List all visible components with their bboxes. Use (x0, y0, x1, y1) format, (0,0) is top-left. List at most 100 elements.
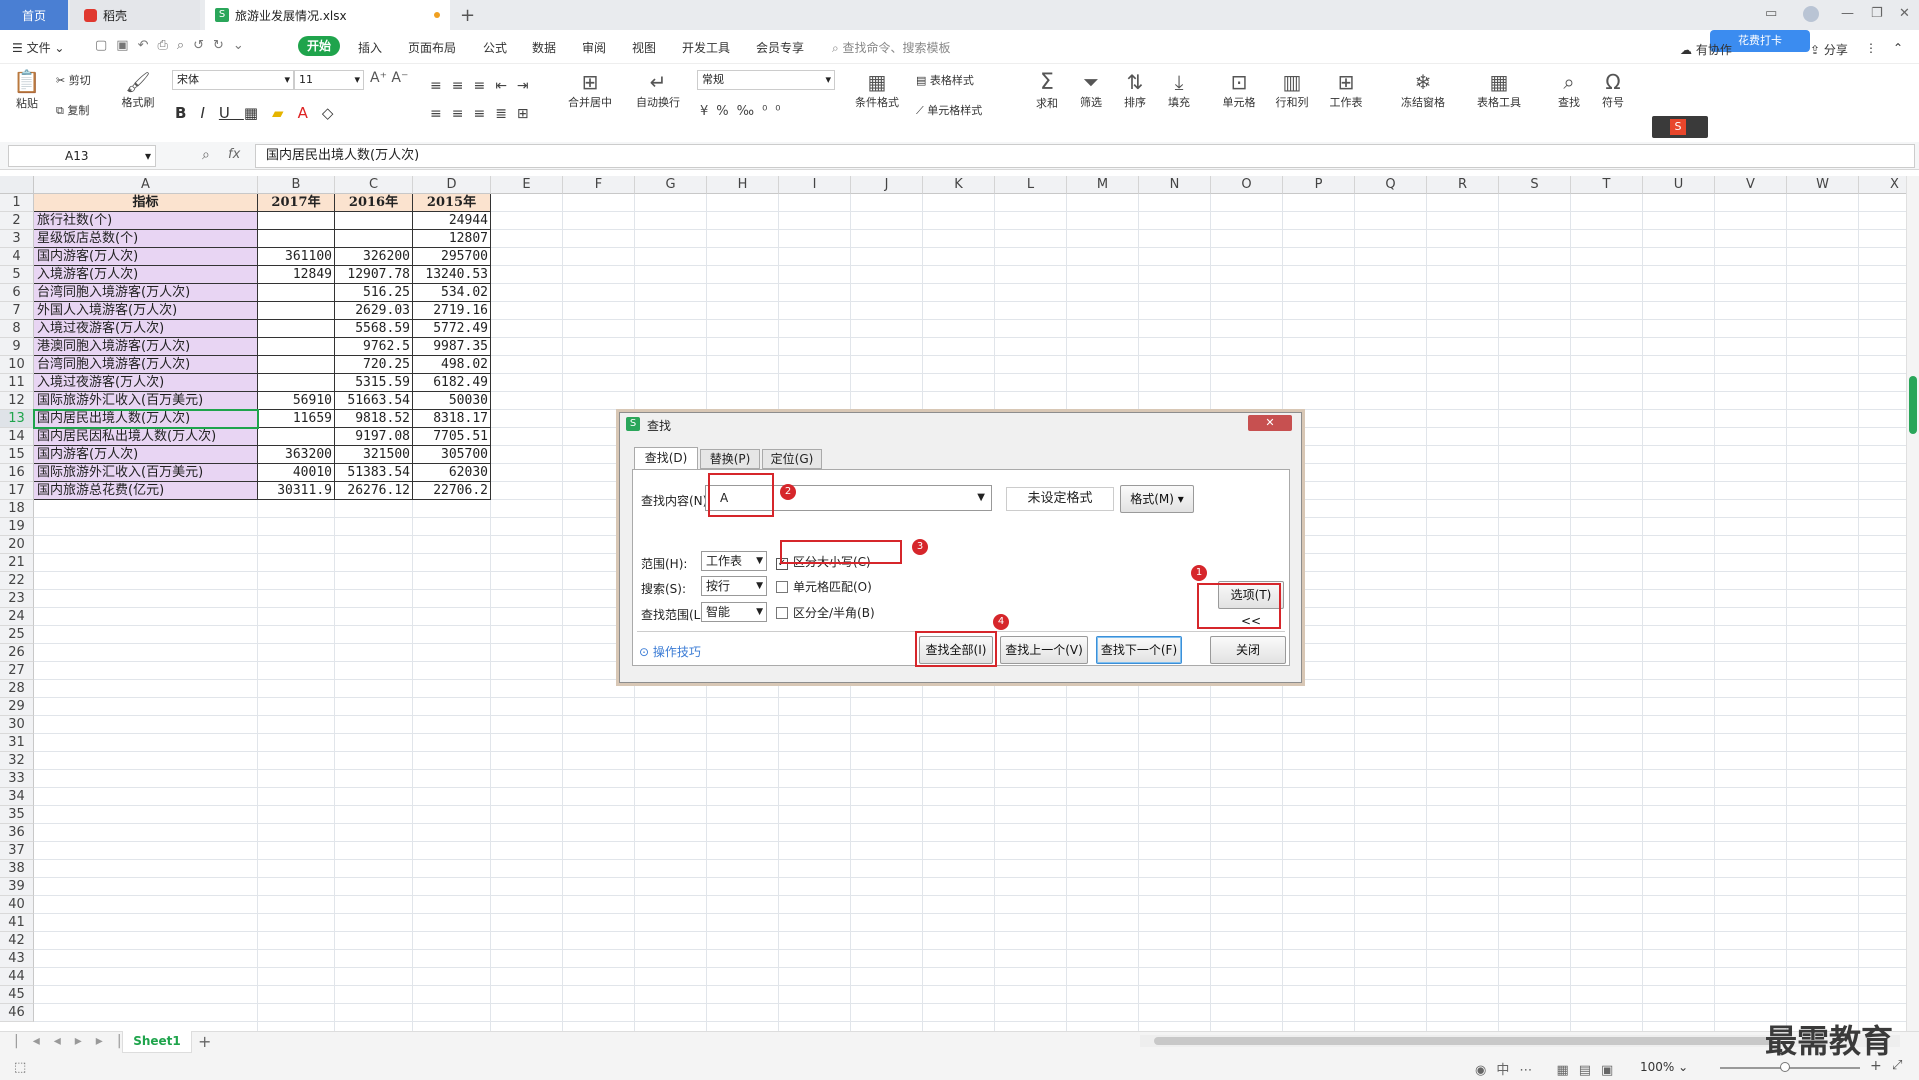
table-cell[interactable]: 62030 (413, 464, 491, 482)
column-header[interactable]: Q (1355, 176, 1427, 194)
row-header[interactable]: 7 (0, 302, 34, 320)
find-previous-button[interactable]: 查找上一个(V) (1000, 636, 1088, 664)
header-cell[interactable]: 2017年 (258, 194, 335, 212)
row-header[interactable]: 15 (0, 446, 34, 464)
file-menu[interactable]: ☰ 文件 ⌄ (12, 39, 64, 56)
font-size-select[interactable]: 11 ▾ (294, 70, 364, 90)
zoom-formula-icon[interactable]: ⌕ (202, 147, 210, 163)
menu-developer[interactable]: 开发工具 (682, 39, 730, 56)
row-header[interactable]: 42 (0, 932, 34, 950)
row-header[interactable]: 34 (0, 788, 34, 806)
close-dialog-button[interactable]: 关闭 (1210, 636, 1286, 664)
table-cell[interactable]: 26276.12 (335, 482, 413, 500)
table-cell[interactable]: 5568.59 (335, 320, 413, 338)
layout-icon[interactable]: ▭ (1765, 6, 1777, 21)
table-cell[interactable]: 24944 (413, 212, 491, 230)
worksheet-button[interactable]: ⊞ 工作表 (1324, 70, 1368, 110)
table-cell[interactable]: 5772.49 (413, 320, 491, 338)
search-order-select[interactable]: 按行 ▼ (701, 576, 767, 596)
table-cell[interactable]: 516.25 (335, 284, 413, 302)
table-cell[interactable]: 外国人入境游客(万人次) (34, 302, 258, 320)
row-header[interactable]: 22 (0, 572, 34, 590)
column-header[interactable]: D (413, 176, 491, 194)
italic-icon[interactable]: I (200, 104, 218, 122)
table-cell[interactable]: 星级饭店总数(个) (34, 230, 258, 248)
row-header[interactable]: 26 (0, 644, 34, 662)
fill-button[interactable]: ⤓ 填充 (1162, 70, 1196, 110)
paste-button[interactable]: 📋 粘贴 (10, 70, 44, 111)
table-cell[interactable]: 498.02 (413, 356, 491, 374)
row-header[interactable]: 27 (0, 662, 34, 680)
collaborate-button[interactable]: ☁ 有协作 (1680, 41, 1732, 58)
table-cell[interactable]: 22706.2 (413, 482, 491, 500)
table-cell[interactable]: 2719.16 (413, 302, 491, 320)
tab-replace[interactable]: 替换(P) (700, 449, 760, 469)
table-cell[interactable]: 5315.59 (335, 374, 413, 392)
fx-icon[interactable]: fx (228, 147, 240, 162)
select-all-corner[interactable] (0, 176, 34, 194)
tab-goto[interactable]: 定位(G) (762, 449, 822, 469)
view-mode-icons[interactable]: ◉中⋯ ▦▤▣ (1475, 1059, 1623, 1078)
zoom-level[interactable]: 100% ⌄ (1640, 1060, 1688, 1074)
table-cell[interactable]: 30311.9 (258, 482, 335, 500)
vertical-scrollbar[interactable] (1906, 176, 1919, 1031)
number-format-select[interactable]: 常规 ▾ (697, 70, 835, 90)
find-next-button[interactable]: 查找下一个(F) (1096, 636, 1182, 664)
row-header[interactable]: 39 (0, 878, 34, 896)
table-cell[interactable]: 321500 (335, 446, 413, 464)
table-cell[interactable]: 720.25 (335, 356, 413, 374)
scrollbar-thumb[interactable] (1909, 376, 1917, 434)
table-cell[interactable]: 295700 (413, 248, 491, 266)
table-cell[interactable]: 40010 (258, 464, 335, 482)
sum-button[interactable]: Σ 求和 (1030, 70, 1064, 111)
tips-link[interactable]: ⊙ 操作技巧 (639, 643, 701, 660)
row-header[interactable]: 19 (0, 518, 34, 536)
header-cell[interactable]: 2016年 (335, 194, 413, 212)
table-cell[interactable]: 6182.49 (413, 374, 491, 392)
table-cell[interactable] (258, 338, 335, 356)
menu-data[interactable]: 数据 (532, 39, 556, 56)
sheet-tab-sheet1[interactable]: Sheet1 (122, 1031, 192, 1053)
scope-select[interactable]: 工作表 ▼ (701, 551, 767, 571)
column-header[interactable]: F (563, 176, 635, 194)
font-grow-shrink-icon[interactable]: A⁺ A⁻ (370, 70, 408, 86)
table-cell[interactable]: 12807 (413, 230, 491, 248)
table-cell[interactable]: 305700 (413, 446, 491, 464)
column-header[interactable]: S (1499, 176, 1571, 194)
tab-find[interactable]: 查找(D) (634, 447, 698, 469)
tab-docer[interactable]: 稻壳 (70, 0, 200, 30)
column-header[interactable]: J (851, 176, 923, 194)
row-header[interactable]: 11 (0, 374, 34, 392)
fill-color-icon[interactable]: ▰ (272, 104, 298, 122)
column-header[interactable]: V (1715, 176, 1787, 194)
tab-home[interactable]: 首页 (0, 0, 68, 30)
share-button[interactable]: ⇪ 分享 (1810, 41, 1848, 58)
table-cell[interactable]: 51383.54 (335, 464, 413, 482)
column-header[interactable]: W (1787, 176, 1859, 194)
column-header[interactable]: M (1067, 176, 1139, 194)
table-cell[interactable]: 港澳同胞入境游客(万人次) (34, 338, 258, 356)
zoom-slider[interactable] (1720, 1062, 1860, 1072)
column-header[interactable]: P (1283, 176, 1355, 194)
table-tools-button[interactable]: ▦ 表格工具 (1470, 70, 1528, 110)
cell-style-button[interactable]: ⟋ 单元格样式 (916, 102, 982, 118)
row-header[interactable]: 35 (0, 806, 34, 824)
table-cell[interactable] (335, 230, 413, 248)
minimize-icon[interactable]: — (1841, 6, 1854, 21)
menu-formula[interactable]: 公式 (483, 39, 507, 56)
row-header[interactable]: 31 (0, 734, 34, 752)
menu-view[interactable]: 视图 (632, 39, 656, 56)
row-header[interactable]: 37 (0, 842, 34, 860)
table-cell[interactable]: 363200 (258, 446, 335, 464)
row-header[interactable]: 24 (0, 608, 34, 626)
table-cell[interactable]: 国内居民因私出境人数(万人次) (34, 428, 258, 446)
merge-center-button[interactable]: ⊞ 合并居中 (562, 70, 618, 110)
font-color-icon[interactable]: A (298, 104, 322, 122)
cell-button[interactable]: ⊡ 单元格 (1218, 70, 1260, 110)
table-cell[interactable]: 326200 (335, 248, 413, 266)
command-search[interactable]: ⌕ 查找命令、搜索模板 (832, 39, 951, 56)
row-header[interactable]: 13 (0, 410, 34, 428)
table-cell[interactable]: 台湾同胞入境游客(万人次) (34, 284, 258, 302)
row-header[interactable]: 20 (0, 536, 34, 554)
table-cell[interactable]: 56910 (258, 392, 335, 410)
